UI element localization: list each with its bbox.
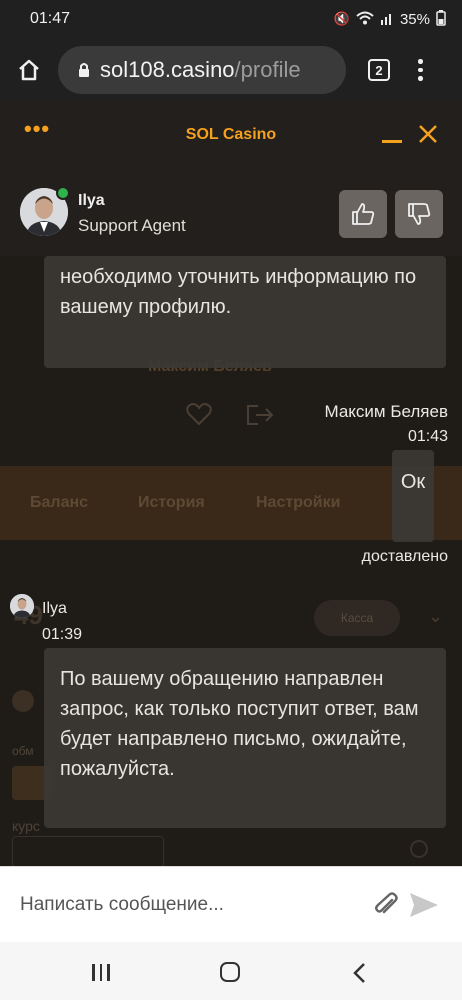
delivery-status: доставлено (361, 548, 448, 565)
agent-name: Ilya (78, 192, 105, 209)
bg-tab-history[interactable]: История (138, 494, 205, 512)
logout-icon[interactable] (246, 404, 274, 426)
menu-dot-icon (418, 67, 423, 73)
bg-course-label: курс (12, 818, 40, 834)
agent-role: Support Agent (78, 216, 186, 235)
agent-mini-avatar (10, 594, 34, 618)
recent-apps-button[interactable] (92, 964, 110, 981)
agent-message-bubble: По вашему обращению направлен запрос, ка… (44, 648, 446, 828)
bg-tab-settings[interactable]: Настройки (256, 494, 340, 512)
browser-menu-button[interactable] (418, 59, 423, 81)
address-bar[interactable]: sol108.casino/profile (58, 46, 346, 94)
refresh-icon[interactable] (410, 840, 428, 858)
agent-message-bubble: необходимо уточнить информацию по вашему… (44, 256, 446, 368)
agent-message-time: 01:39 (42, 626, 83, 643)
system-nav-bar (0, 942, 462, 1000)
online-status-indicator (56, 186, 70, 200)
thumbs-up-button[interactable] (339, 190, 387, 238)
user-message-bubble: Ок (392, 450, 434, 542)
message-input[interactable] (0, 867, 360, 943)
agent-sender-name: Ilya (42, 600, 67, 617)
thumbs-down-icon (408, 203, 431, 225)
status-icons: 🔇 35% (333, 9, 446, 29)
bg-kassa-button[interactable]: Касса (314, 600, 400, 636)
attachment-icon[interactable] (372, 891, 400, 919)
bg-exchange-label: обм (12, 744, 34, 758)
battery-percent: 35% (399, 10, 430, 28)
url-path: /profile (234, 57, 301, 82)
chevron-down-icon[interactable]: ⌄ (428, 606, 443, 627)
menu-dot-icon (418, 76, 423, 81)
agent-bar: Ilya Support Agent (0, 168, 462, 256)
user-sender-name: Максим Беляев (324, 402, 449, 421)
home-button[interactable] (0, 38, 58, 102)
close-icon[interactable] (418, 124, 438, 144)
user-message-time: 01:43 (407, 428, 448, 445)
browser-toolbar: sol108.casino/profile 2 (0, 38, 462, 102)
home-icon (19, 59, 39, 81)
thumbs-up-icon (352, 203, 375, 225)
mute-icon: 🔇 (333, 11, 350, 26)
home-nav-button[interactable] (220, 962, 240, 982)
chat-header: ••• SOL Casino (0, 102, 462, 168)
send-icon[interactable] (408, 891, 440, 919)
minimize-icon[interactable] (382, 140, 402, 143)
back-icon[interactable] (350, 962, 370, 984)
status-time: 01:47 (30, 10, 71, 27)
status-bar: 01:47 🔇 35% (0, 0, 462, 38)
url-host: sol108.casino (100, 57, 235, 82)
coin-icon (12, 690, 34, 712)
battery-icon (436, 9, 446, 29)
signal-icon (380, 11, 394, 28)
thumbs-down-button[interactable] (395, 190, 443, 238)
lock-icon (79, 63, 89, 77)
favorite-icon[interactable] (186, 402, 212, 426)
bg-tab-balance[interactable]: Баланс (30, 494, 88, 512)
message-composer (0, 866, 462, 943)
menu-dot-icon (418, 59, 423, 64)
tab-switcher-button[interactable]: 2 (368, 59, 390, 81)
bg-amount-field[interactable] (12, 836, 164, 866)
wifi-icon (356, 11, 374, 28)
